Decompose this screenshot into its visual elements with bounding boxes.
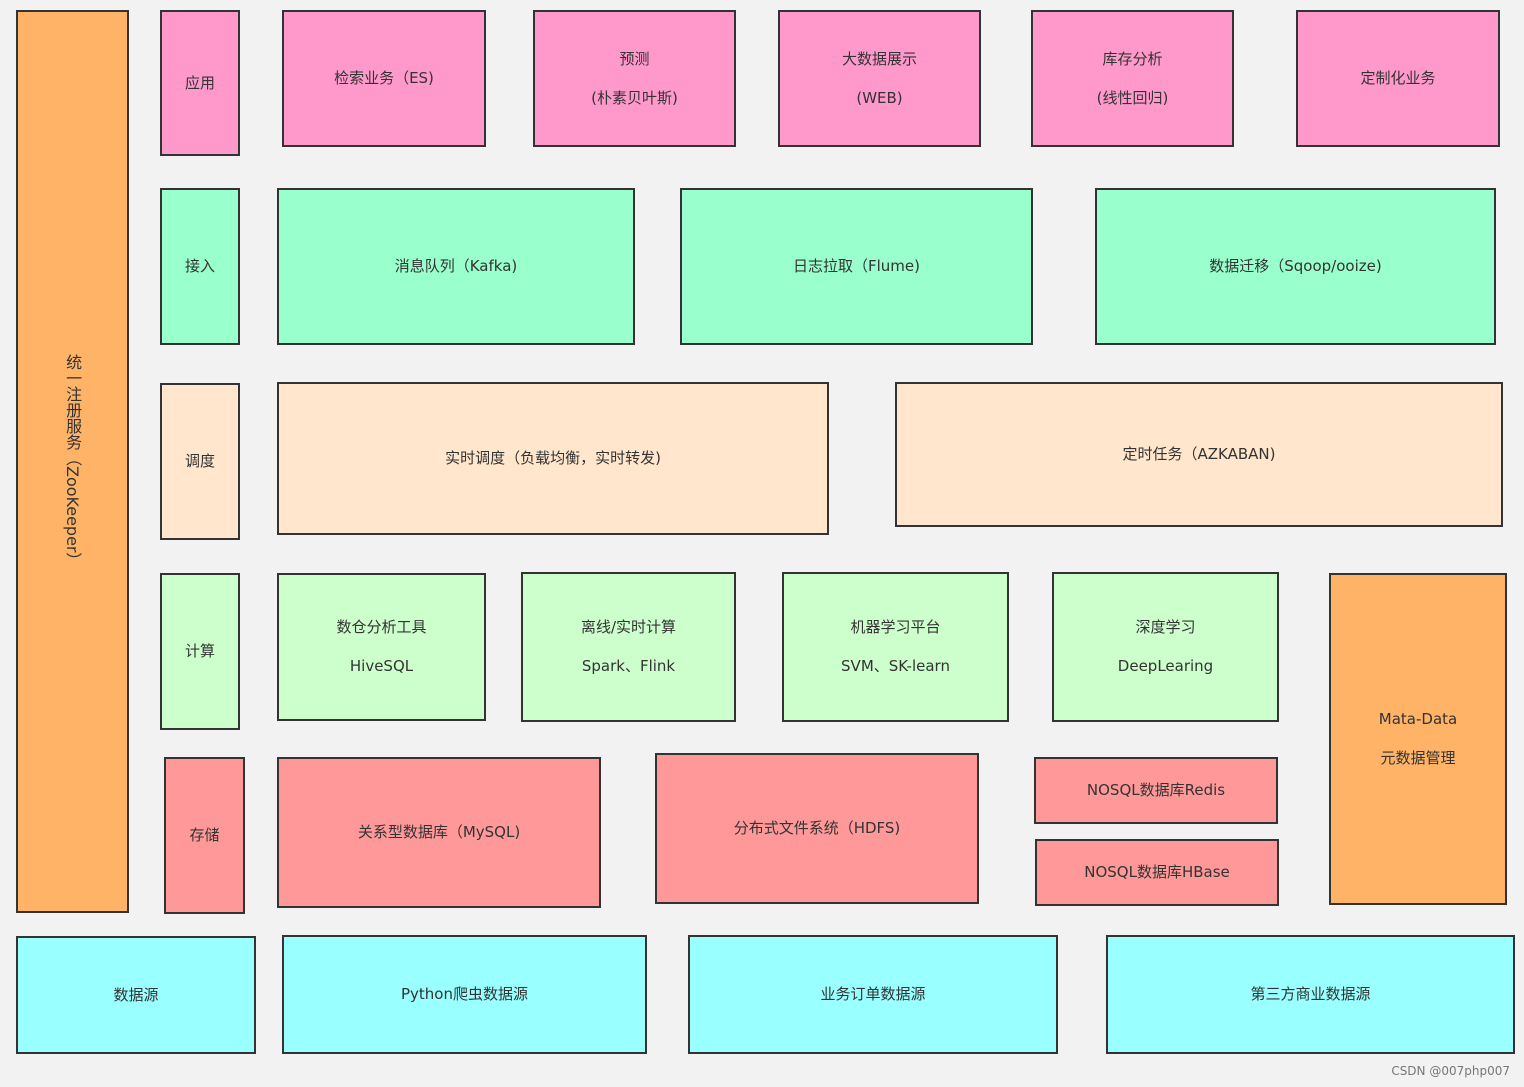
schedule-item-text: 定时任务（AZKABAN) xyxy=(1122,445,1276,463)
storage-item-text: NOSQL数据库Redis xyxy=(1086,781,1226,799)
app-item-subtext: (线性回归) xyxy=(1096,88,1169,107)
layer-label-application: 应用 xyxy=(160,10,240,156)
access-item-text: 消息队列（Kafka) xyxy=(394,257,518,275)
layer-storage-text: 存储 xyxy=(189,826,220,844)
app-item-subtext: (朴素贝叶斯) xyxy=(591,88,678,107)
app-search-es: 检索业务（ES) xyxy=(282,10,486,147)
schedule-azkaban: 定时任务（AZKABAN) xyxy=(895,382,1503,527)
layer-label-access: 接入 xyxy=(160,188,240,345)
app-prediction: 预测 (朴素贝叶斯) xyxy=(533,10,736,147)
compute-hive: 数仓分析工具 HiveSQL xyxy=(277,573,486,721)
watermark-text: CSDN @007php007 xyxy=(1391,1064,1510,1078)
compute-spark-flink: 离线/实时计算 Spark、Flink xyxy=(521,572,736,722)
access-item-text: 数据迁移（Sqoop/ooize) xyxy=(1209,257,1382,275)
layer-compute-text: 计算 xyxy=(184,642,215,660)
layer-label-source: 数据源 xyxy=(16,936,256,1054)
app-item-text: 大数据展示 xyxy=(841,49,917,68)
registry-zookeeper-block: 统一注册服务（ZooKeeper） xyxy=(16,10,129,913)
compute-item-subtext: HiveSQL xyxy=(349,657,414,675)
compute-item-subtext: Spark、Flink xyxy=(581,657,676,675)
source-python-crawler: Python爬虫数据源 xyxy=(282,935,647,1054)
metadata-management: Mata-Data 元数据管理 xyxy=(1329,573,1507,905)
compute-item-text: 离线/实时计算 xyxy=(580,618,677,636)
layer-label-scheduling: 调度 xyxy=(160,383,240,540)
schedule-item-text: 实时调度（负载均衡，实时转发) xyxy=(445,449,661,467)
layer-source-text: 数据源 xyxy=(113,985,159,1004)
source-item-text: 第三方商业数据源 xyxy=(1250,985,1371,1003)
storage-item-text: NOSQL数据库HBase xyxy=(1084,863,1230,881)
layer-label-storage: 存储 xyxy=(164,757,245,914)
app-custom-business: 定制化业务 xyxy=(1296,10,1500,147)
layer-application-text: 应用 xyxy=(184,73,215,92)
app-item-subtext: (WEB) xyxy=(856,88,903,107)
compute-item-subtext: DeepLearing xyxy=(1117,657,1214,675)
source-item-text: 业务订单数据源 xyxy=(820,985,926,1003)
app-item-text: 定制化业务 xyxy=(1360,69,1436,87)
access-sqoop: 数据迁移（Sqoop/ooize) xyxy=(1095,188,1496,345)
storage-hbase: NOSQL数据库HBase xyxy=(1035,839,1279,906)
source-item-text: Python爬虫数据源 xyxy=(401,985,528,1003)
storage-item-text: 分布式文件系统（HDFS) xyxy=(733,819,901,837)
storage-redis: NOSQL数据库Redis xyxy=(1034,757,1278,824)
layer-access-text: 接入 xyxy=(184,257,215,275)
source-business-orders: 业务订单数据源 xyxy=(688,935,1058,1054)
compute-deep-learning: 深度学习 DeepLearing xyxy=(1052,572,1279,722)
app-item-text: 库存分析 xyxy=(1102,49,1163,68)
layer-scheduling-text: 调度 xyxy=(184,452,215,470)
compute-item-text: 机器学习平台 xyxy=(850,618,941,636)
app-item-text: 检索业务（ES) xyxy=(334,69,434,87)
compute-ml-platform: 机器学习平台 SVM、SK-learn xyxy=(782,572,1009,722)
registry-label: 统一注册服务（ZooKeeper） xyxy=(63,354,83,569)
schedule-realtime: 实时调度（负载均衡，实时转发) xyxy=(277,382,829,535)
metadata-title: Mata-Data xyxy=(1378,710,1458,728)
app-inventory-analysis: 库存分析 (线性回归) xyxy=(1031,10,1234,147)
access-item-text: 日志拉取（Flume) xyxy=(793,257,920,275)
access-kafka: 消息队列（Kafka) xyxy=(277,188,635,345)
app-bigdata-display: 大数据展示 (WEB) xyxy=(778,10,981,147)
source-third-party: 第三方商业数据源 xyxy=(1106,935,1515,1054)
compute-item-text: 深度学习 xyxy=(1135,618,1196,636)
storage-item-text: 关系型数据库（MySQL) xyxy=(357,823,521,841)
access-flume: 日志拉取（Flume) xyxy=(680,188,1033,345)
metadata-subtitle: 元数据管理 xyxy=(1380,749,1456,767)
storage-hdfs: 分布式文件系统（HDFS) xyxy=(655,753,979,904)
compute-item-text: 数仓分析工具 xyxy=(336,618,427,636)
app-item-text: 预测 xyxy=(619,49,650,68)
layer-label-compute: 计算 xyxy=(160,573,240,730)
storage-mysql: 关系型数据库（MySQL) xyxy=(277,757,601,908)
compute-item-subtext: SVM、SK-learn xyxy=(841,657,950,675)
